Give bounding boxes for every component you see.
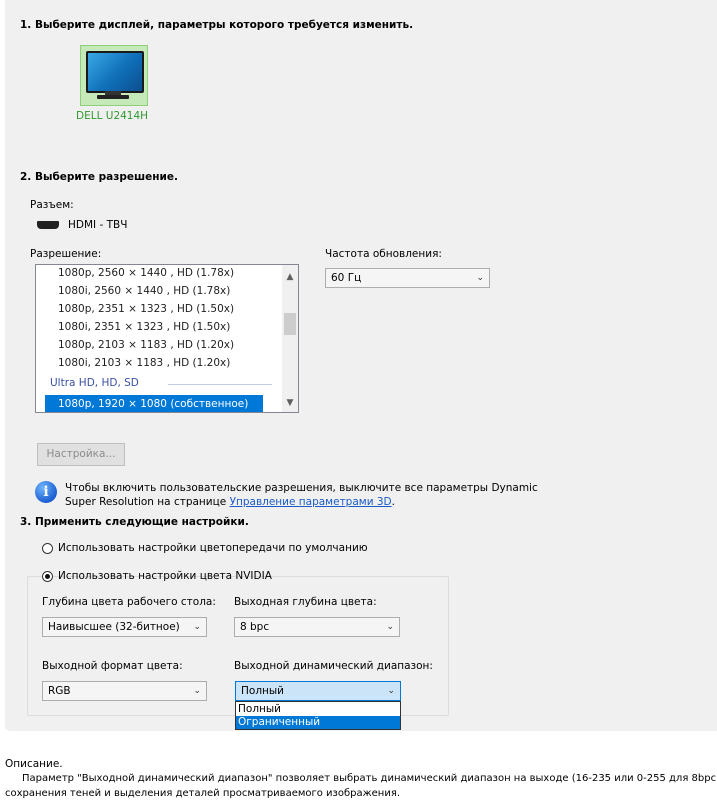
group-divider <box>168 384 272 385</box>
output-depth-value: 8 bpc <box>240 621 270 633</box>
list-item[interactable]: 1080i, 2351 × 1323 , HD (1.50x) <box>58 318 230 336</box>
dynamic-range-value: Полный <box>241 685 285 697</box>
step1-heading: 1. Выберите дисплей, параметры которого … <box>20 19 414 31</box>
connector-label: Разъем: <box>30 199 74 211</box>
customize-button[interactable]: Настройка... <box>37 443 125 466</box>
listbox-scrollbar[interactable]: ▲ ▼ <box>282 265 298 412</box>
description-title: Описание. <box>5 758 63 770</box>
connector-value: HDMI - ТВЧ <box>68 219 128 231</box>
list-item[interactable]: 1080p, 2351 × 1323 , HD (1.50x) <box>58 300 234 318</box>
dynamic-range-label: Выходной динамический диапазон: <box>234 660 433 672</box>
list-item[interactable]: 1080i, 2103 × 1183 , HD (1.20x) <box>58 354 230 372</box>
output-depth-select[interactable]: 8 bpc ⌄ <box>234 617 400 637</box>
info-text-line1: Чтобы включить пользовательские разрешен… <box>65 482 538 494</box>
step2-heading: 2. Выберите разрешение. <box>20 171 178 183</box>
scroll-thumb[interactable] <box>284 313 296 335</box>
info-text-line2: Super Resolution на странице Управление … <box>65 496 395 508</box>
dropdown-option-full[interactable]: Полный <box>236 703 400 716</box>
refresh-value: 60 Гц <box>331 272 362 284</box>
output-depth-label: Выходная глубина цвета: <box>234 596 377 608</box>
chevron-down-icon: ⌄ <box>193 686 201 696</box>
hdmi-connector-icon <box>37 221 59 229</box>
monitor-base <box>97 95 129 99</box>
output-format-select[interactable]: RGB ⌄ <box>42 681 207 701</box>
list-item[interactable]: 1080i, 2560 × 1440 , HD (1.78x) <box>58 282 230 300</box>
info-text-suffix: . <box>391 496 395 508</box>
scroll-down-icon[interactable]: ▼ <box>282 395 298 411</box>
display-name[interactable]: DELL U2414H <box>76 110 148 122</box>
description-line1: Параметр "Выходной динамический диапазон… <box>22 773 717 784</box>
chevron-down-icon: ⌄ <box>387 686 395 696</box>
refresh-rate-select[interactable]: 60 Гц ⌄ <box>325 268 490 288</box>
desktop-depth-value: Наивысшее (32-битное) <box>48 621 180 633</box>
dropdown-option-limited[interactable]: Ограниченный <box>236 716 400 729</box>
list-item[interactable]: 1080p, 2560 × 1440 , HD (1.78x) <box>58 265 234 282</box>
manage-3d-settings-link[interactable]: Управление параметрами 3D <box>230 496 392 508</box>
desktop-depth-select[interactable]: Наивысшее (32-битное) ⌄ <box>42 617 207 637</box>
resolution-group-header: Ultra HD, HD, SD <box>50 377 139 389</box>
info-icon: i <box>35 481 57 503</box>
description-line2: сохранения теней и выделения деталей про… <box>5 788 401 799</box>
selected-resolution[interactable]: 1080p, 1920 × 1080 (собственное) <box>45 395 263 412</box>
chevron-down-icon: ⌄ <box>476 273 484 283</box>
settings-panel: 1. Выберите дисплей, параметры которого … <box>5 0 717 731</box>
radio-default-label[interactable]: Использовать настройки цветопередачи по … <box>58 542 368 554</box>
desktop-depth-label: Глубина цвета рабочего стола: <box>42 596 216 608</box>
resolution-listbox[interactable]: 1080p, 2560 × 1440 , HD (1.78x) 1080i, 2… <box>35 264 299 413</box>
resolution-label: Разрешение: <box>30 248 102 260</box>
radio-nvidia-colors[interactable] <box>42 571 53 582</box>
chevron-down-icon: ⌄ <box>386 622 394 632</box>
info-text-prefix: Super Resolution на странице <box>65 496 227 508</box>
step3-heading: 3. Применить следующие настройки. <box>20 516 249 528</box>
list-item[interactable]: 1080p, 2103 × 1183 , HD (1.20x) <box>58 336 234 354</box>
monitor-icon <box>86 51 144 93</box>
output-format-label: Выходной формат цвета: <box>42 660 183 672</box>
output-format-value: RGB <box>48 685 71 697</box>
display-tile[interactable] <box>80 45 148 106</box>
chevron-down-icon: ⌄ <box>193 622 201 632</box>
dynamic-range-dropdown[interactable]: Полный Ограниченный <box>235 701 401 730</box>
radio-default-colors[interactable] <box>42 543 53 554</box>
refresh-label: Частота обновления: <box>325 248 442 260</box>
scroll-up-icon[interactable]: ▲ <box>282 269 298 285</box>
radio-nvidia-label[interactable]: Использовать настройки цвета NVIDIA <box>58 570 272 582</box>
dynamic-range-select[interactable]: Полный ⌄ <box>235 681 401 701</box>
